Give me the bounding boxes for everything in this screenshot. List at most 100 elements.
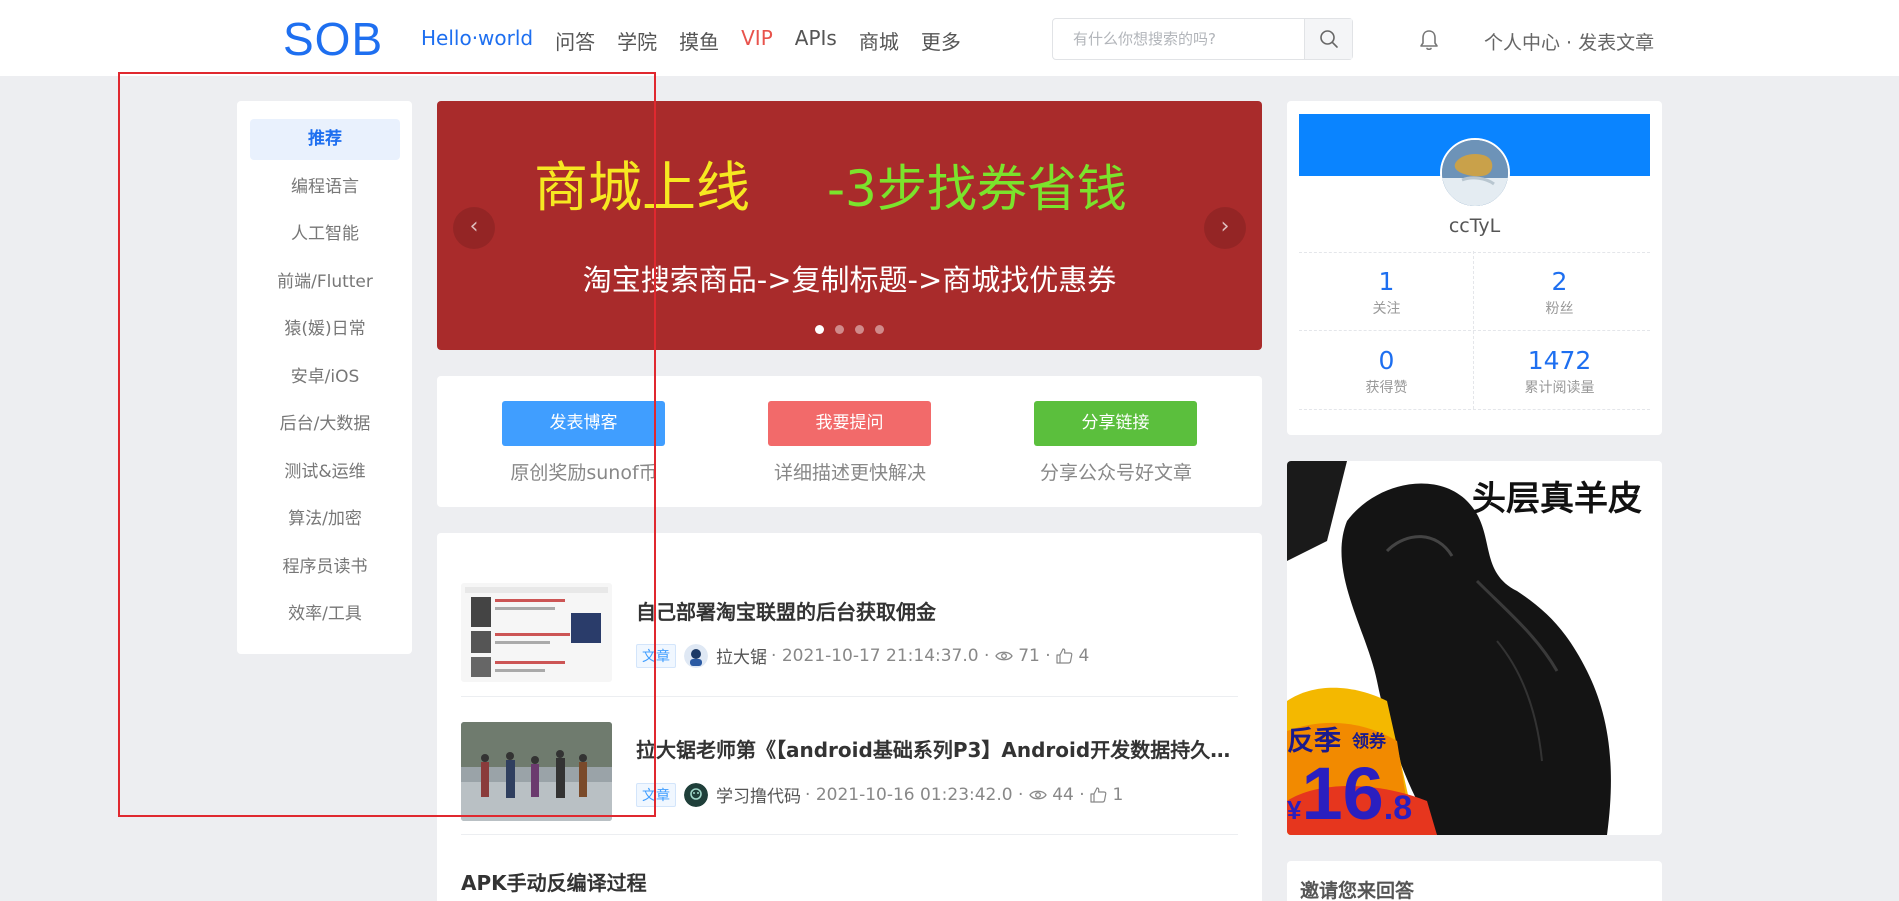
search-box — [1052, 18, 1353, 60]
site-logo[interactable]: SOB — [283, 12, 383, 66]
stat-total-reads[interactable]: 1472 累计阅读量 — [1473, 346, 1646, 397]
sidebar-item-programming-languages[interactable]: 编程语言 — [250, 167, 400, 208]
invite-answer-card: 邀请您来回答 — [1287, 861, 1662, 901]
ad-headline: 头层真羊皮 — [1472, 479, 1642, 519]
divider — [461, 696, 1238, 697]
main-nav: Hello·world 问答 学院 摸鱼 VIP APIs 商城 更多 — [421, 26, 961, 55]
article-tag[interactable]: 文章 — [636, 782, 676, 807]
sidebar-item-recommend[interactable]: 推荐 — [250, 119, 400, 160]
divider — [1299, 409, 1650, 410]
article-meta: 文章 学习撸代码 · 2021-10-16 01:23:42.0 · 44 · … — [636, 782, 1123, 807]
stat-label: 获得赞 — [1365, 380, 1408, 396]
article-views: 71 — [1018, 645, 1040, 666]
nav-item-moyu[interactable]: 摸鱼 — [679, 26, 719, 55]
article-title[interactable]: 拉大锯老师第《【android基础系列P3】Android开发数据持久化》 — [636, 734, 1236, 763]
meta-separator: · — [771, 645, 777, 666]
thumbs-up-icon — [1090, 786, 1107, 803]
thumbs-up-icon — [1056, 647, 1073, 664]
sidebar-item-testing-ops[interactable]: 测试&运维 — [250, 452, 400, 493]
profile-username[interactable]: ccTyL — [1287, 215, 1662, 237]
article-thumbnail[interactable] — [461, 722, 612, 821]
ad-price: ¥16.8 — [1287, 751, 1412, 835]
ad-coupon-label: 领券 — [1352, 732, 1386, 752]
carousel-dot[interactable] — [875, 325, 884, 334]
sidebar-item-daily-life[interactable]: 猿(媛)日常 — [250, 309, 400, 350]
search-input[interactable] — [1053, 19, 1305, 59]
search-button[interactable] — [1304, 19, 1352, 59]
article-likes: 4 — [1078, 645, 1090, 666]
stat-value: 1472 — [1527, 346, 1592, 375]
stat-likes-received[interactable]: 0 获得赞 — [1300, 346, 1473, 397]
banner-description: 淘宝搜索商品->复制标题->商城找优惠券 — [582, 263, 1117, 297]
article-title[interactable]: APK手动反编译过程 — [461, 867, 1061, 896]
nav-item-more[interactable]: 更多 — [921, 26, 961, 55]
sidebar-item-ai[interactable]: 人工智能 — [250, 214, 400, 255]
article-date: 2021-10-17 21:14:37.0 — [781, 645, 979, 666]
ad-price-symbol: ¥ — [1287, 795, 1302, 825]
carousel-prev-button[interactable]: ‹ — [453, 207, 495, 249]
nav-item-hello-world[interactable]: Hello·world — [421, 26, 533, 55]
meta-separator: · — [805, 784, 811, 805]
link-separator: · — [1560, 32, 1579, 54]
nav-item-academy[interactable]: 学院 — [617, 26, 657, 55]
bell-icon[interactable] — [1417, 28, 1441, 52]
article-tag[interactable]: 文章 — [636, 643, 676, 668]
stat-followers[interactable]: 2 粉丝 — [1473, 267, 1646, 318]
invite-title: 邀请您来回答 — [1300, 880, 1415, 901]
avatar[interactable] — [1440, 138, 1510, 208]
quick-actions-panel: 发表博客 原创奖励sunof币 我要提问 详细描述更快解决 分享链接 分享公众号… — [437, 376, 1262, 507]
stat-label: 关注 — [1372, 301, 1401, 317]
article-title[interactable]: 自己部署淘宝联盟的后台获取佣金 — [636, 596, 1236, 625]
article-date: 2021-10-16 01:23:42.0 — [815, 784, 1013, 805]
publish-blog-caption: 原创奖励sunof币 — [510, 462, 658, 484]
sidebar-item-android-ios[interactable]: 安卓/iOS — [250, 357, 400, 398]
ask-question-button[interactable]: 我要提问 — [768, 401, 931, 446]
article-thumbnail[interactable] — [461, 583, 612, 682]
divider — [1299, 252, 1650, 253]
carousel-next-button[interactable]: › — [1204, 207, 1246, 249]
publish-blog-button[interactable]: 发表博客 — [502, 401, 665, 446]
share-link-caption: 分享公众号好文章 — [1039, 462, 1192, 484]
carousel-indicators — [815, 325, 884, 334]
article-likes: 1 — [1112, 784, 1124, 805]
sidebar-item-efficiency-tools[interactable]: 效率/工具 — [250, 594, 400, 635]
article-meta: 文章 拉大锯 · 2021-10-17 21:14:37.0 · 71 · 4 — [636, 643, 1089, 668]
divider — [1299, 330, 1650, 331]
nav-item-apis[interactable]: APIs — [795, 26, 837, 55]
stat-label: 粉丝 — [1545, 301, 1574, 317]
publish-article-link[interactable]: 发表文章 — [1578, 32, 1654, 54]
ad-banner[interactable]: 头层真羊皮 反季 领券 ¥16.8 — [1287, 461, 1662, 835]
ad-price-main: 16 — [1301, 752, 1384, 835]
nav-item-shop[interactable]: 商城 — [859, 26, 899, 55]
search-icon — [1319, 30, 1338, 48]
ask-question-caption: 详细描述更快解决 — [773, 462, 926, 484]
user-center-link[interactable]: 个人中心 — [1484, 32, 1560, 54]
article-list: 自己部署淘宝联盟的后台获取佣金 文章 拉大锯 · 2021-10-17 21:1… — [437, 533, 1262, 901]
article-author[interactable]: 学习撸代码 — [716, 782, 801, 807]
stat-following[interactable]: 1 关注 — [1300, 267, 1473, 318]
banner-subtitle: -3步找券省钱 — [827, 160, 1127, 218]
carousel-dot[interactable] — [815, 325, 824, 334]
banner-title: 商城上线 — [534, 156, 750, 219]
sidebar-item-programmer-reading[interactable]: 程序员读书 — [250, 547, 400, 588]
banner-carousel[interactable]: 商城上线 -3步找券省钱 淘宝搜索商品->复制标题->商城找优惠券 ‹ › — [437, 101, 1262, 350]
sidebar-item-algorithm-crypto[interactable]: 算法/加密 — [250, 499, 400, 540]
carousel-dot[interactable] — [855, 325, 864, 334]
stat-label: 累计阅读量 — [1524, 380, 1595, 396]
stat-value: 0 — [1378, 346, 1395, 375]
sidebar-item-frontend-flutter[interactable]: 前端/Flutter — [250, 262, 400, 303]
nav-item-qa[interactable]: 问答 — [555, 26, 595, 55]
stat-value: 2 — [1551, 267, 1568, 296]
eye-icon — [995, 651, 1013, 660]
user-links: 个人中心 · 发表文章 — [1484, 28, 1654, 55]
nav-item-vip[interactable]: VIP — [741, 26, 773, 55]
ad-price-decimal: .8 — [1383, 789, 1413, 827]
article-author[interactable]: 拉大锯 — [716, 643, 767, 668]
top-header: SOB Hello·world 问答 学院 摸鱼 VIP APIs 商城 更多 … — [0, 0, 1899, 76]
carousel-dot[interactable] — [835, 325, 844, 334]
avatar[interactable] — [684, 643, 708, 668]
sidebar-item-backend-bigdata[interactable]: 后台/大数据 — [250, 404, 400, 445]
avatar[interactable] — [684, 782, 708, 807]
share-link-button[interactable]: 分享链接 — [1034, 401, 1197, 446]
profile-card: ccTyL 1 关注 2 粉丝 0 获得赞 1472 累计阅读量 — [1287, 101, 1662, 435]
